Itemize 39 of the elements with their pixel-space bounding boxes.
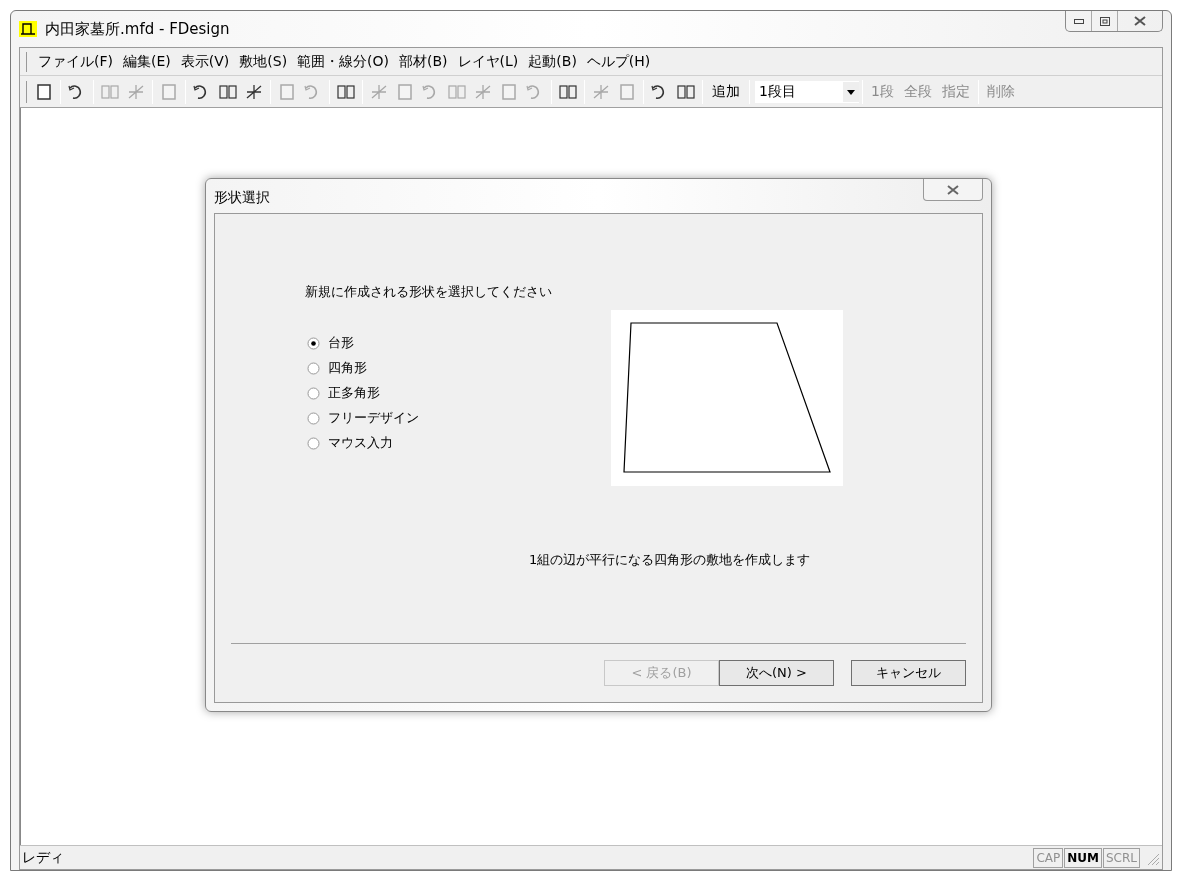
wizard-button[interactable]: キャンセル <box>851 660 966 686</box>
status-indicator: SCRL <box>1102 847 1140 868</box>
dialog-prompt: 新規に作成される形状を選択してください <box>305 283 553 301</box>
menu-item[interactable]: 敷地(S) <box>234 51 293 72</box>
restore-icon <box>1099 16 1110 26</box>
menu-item[interactable]: レイヤ(L) <box>452 51 524 72</box>
radio-button-icon[interactable] <box>307 336 320 350</box>
menu-item[interactable]: 編集(E) <box>118 51 176 72</box>
radio-button-icon[interactable] <box>307 361 320 375</box>
menu-item[interactable]: ファイル(F) <box>33 51 118 72</box>
radio-button-icon[interactable] <box>307 386 320 400</box>
menu-item[interactable]: 部材(B) <box>394 51 453 72</box>
dialog-close-button[interactable] <box>923 179 983 201</box>
menu-item[interactable]: 表示(V) <box>175 51 235 72</box>
shape-radio-option[interactable]: 四角形 <box>307 358 611 378</box>
shape-radio-option[interactable]: マウス入力 <box>307 433 611 453</box>
window-title: 内田家墓所.mfd - FDesign <box>45 18 230 40</box>
tool-glyph-icon[interactable] <box>34 81 54 102</box>
radio-button-icon[interactable] <box>307 436 320 450</box>
menu-item[interactable]: 起動(B) <box>523 51 582 72</box>
menu-item[interactable]: 範囲・線分(O) <box>292 51 395 72</box>
status-indicator: CAP <box>1033 847 1064 868</box>
close-icon <box>947 184 959 195</box>
wizard-button[interactable]: 次へ(N) > <box>719 660 834 686</box>
dialog-title: 形状選択 <box>214 188 270 207</box>
radio-button-icon[interactable] <box>307 411 320 425</box>
dropdown-value: 1段目 <box>759 82 797 101</box>
level-dropdown[interactable]: 1段目 <box>755 80 859 103</box>
minimize-icon <box>1073 18 1084 24</box>
status-indicator: NUM <box>1064 847 1102 868</box>
shape-radio-option[interactable]: フリーデザイン <box>307 408 611 428</box>
app-logo-icon <box>19 21 37 37</box>
shape-radio-option[interactable]: 正多角形 <box>307 383 611 403</box>
menu-item[interactable]: ヘルプ(H) <box>581 51 656 72</box>
close-icon <box>1134 16 1146 26</box>
add-button[interactable]: 追加 <box>706 81 746 102</box>
shape-radio-option[interactable]: 台形 <box>307 333 611 353</box>
status-text: レディ <box>22 848 65 867</box>
shape-description: 1組の辺が平行になる四角形の敷地を作成します <box>529 551 812 569</box>
